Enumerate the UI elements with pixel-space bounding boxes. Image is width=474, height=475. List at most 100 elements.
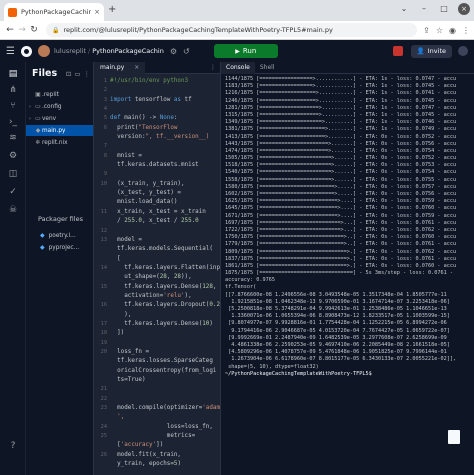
url-field[interactable]: 🔒 replit.com/@lulusreplit/PythonPackageC… — [46, 23, 418, 37]
help-icon[interactable]: ? — [7, 440, 19, 452]
code-line[interactable]: print("TensorFlow — [110, 124, 220, 133]
file-item[interactable]: ▣ .replit — [26, 89, 93, 100]
new-file-icon[interactable]: ⊡ — [66, 70, 71, 78]
back-arrow-icon[interactable]: ← — [4, 25, 16, 35]
history-icon[interactable]: ↺ — [183, 47, 190, 56]
code-line[interactable]: ', — [110, 413, 220, 422]
code-line[interactable] — [110, 385, 220, 394]
code-line[interactable]: tf.keras.layers.Dense(128, — [110, 283, 220, 292]
tab-close-icon[interactable]: × — [134, 64, 139, 71]
new-folder-icon[interactable]: ▭ — [74, 70, 80, 78]
debugger-icon[interactable]: ☠ — [7, 204, 19, 216]
file-type-icon: ◆ — [35, 127, 41, 134]
code-line[interactable] — [110, 142, 220, 151]
share-icon[interactable]: ⇪ — [423, 26, 430, 35]
code-line[interactable] — [110, 227, 220, 236]
packages-icon[interactable]: ◫ — [7, 168, 19, 180]
settings-gear-icon[interactable]: ⚙ — [7, 150, 19, 162]
code-line[interactable]: model.fit(x_train, — [110, 451, 220, 460]
code-line[interactable]: loss_fn = — [110, 348, 220, 357]
code-line[interactable] — [110, 105, 220, 114]
minimize-button[interactable]: – — [418, 3, 430, 15]
code-line[interactable]: ts=True) — [110, 376, 220, 385]
invite-button[interactable]: 👤 Invite — [410, 44, 452, 58]
chevron-down-icon[interactable]: ⌄ — [398, 3, 410, 15]
code-line[interactable] — [110, 395, 220, 404]
code-line[interactable]: tf.keras.layers.Dropout(0.2 — [110, 301, 220, 310]
code-line[interactable]: x_train, x_test = x_train — [110, 208, 220, 217]
maximize-button[interactable]: □ — [438, 3, 450, 15]
code-line[interactable]: activation='relu'), — [110, 292, 220, 301]
code-line[interactable]: mnist.load_data() — [110, 198, 220, 207]
code-area[interactable]: 1 2 3 4 5 6 7 8 9 10 11 12 13 14 15 16 17 18 19 20 21 22 23 24 2… — [94, 74, 220, 474]
packager-file-item[interactable]: ◆ pyprojec... — [40, 244, 79, 251]
code-text[interactable]: #!/usr/bin/env python3 import tensorflow … — [110, 74, 220, 474]
database-icon[interactable]: ≋ — [7, 132, 19, 144]
avatar[interactable] — [37, 45, 50, 57]
console-line: 1645/1875 [=========================>...… — [225, 205, 457, 212]
star-icon[interactable]: ☆ — [436, 26, 443, 35]
code-line[interactable] — [110, 170, 220, 179]
code-line[interactable]: ), — [110, 311, 220, 320]
tab-console[interactable]: Console — [221, 61, 255, 74]
code-line[interactable]: tf.keras.layers.Flatten(inp — [110, 264, 220, 273]
file-item[interactable]: ❄ replit.nix — [26, 137, 93, 148]
hamburger-menu-icon[interactable]: ☰ — [6, 46, 15, 57]
terminal-icon[interactable]: ›_ — [7, 116, 19, 128]
code-line[interactable]: ut_shape=(28, 28)), — [110, 273, 220, 282]
git-icon[interactable]: ⑂ — [7, 100, 19, 112]
tab-main-py[interactable]: main.py × — [94, 61, 146, 74]
code-line[interactable]: metrics= — [110, 432, 220, 441]
settings-icon[interactable]: ⚙ — [170, 47, 177, 56]
code-line[interactable]: model.compile(optimizer='adam — [110, 404, 220, 413]
profile-icon[interactable]: ◉ — [449, 26, 456, 35]
code-line[interactable]: def main() -> None: — [110, 114, 220, 123]
code-line[interactable]: oricalCrossentropy(from_logi — [110, 367, 220, 376]
file-item[interactable]: › ▭ .config — [26, 101, 93, 112]
code-line[interactable]: tf.keras.models.Sequential( — [110, 245, 220, 254]
user-menu-icon[interactable] — [458, 46, 468, 56]
file-item[interactable]: › ▭ venv — [26, 113, 93, 124]
code-line[interactable]: y_train, epochs=5) — [110, 460, 220, 469]
code-line[interactable]: (x_train, y_train), — [110, 180, 220, 189]
forward-arrow-icon[interactable]: → — [16, 25, 28, 35]
code-line[interactable]: loss=loss_fn, — [110, 423, 220, 432]
code-line[interactable]: version:", tf.__version__) — [110, 133, 220, 142]
replit-logo-icon[interactable] — [20, 45, 32, 57]
file-item[interactable]: ◆ main.py — [26, 125, 93, 136]
packager-file-item[interactable]: ◆ poetry.l... — [40, 232, 76, 239]
code-line[interactable]: tf.keras.layers.Dense(10) — [110, 320, 220, 329]
repl-name[interactable]: PythonPackageCachin — [92, 47, 164, 55]
editor-more-icon[interactable]: ⋮ — [210, 64, 216, 71]
code-line[interactable] — [110, 86, 220, 95]
code-line[interactable]: (x_test, y_test) = — [110, 189, 220, 198]
code-line[interactable]: / 255.0, x_test / 255.0 — [110, 217, 220, 226]
extension-icon[interactable] — [392, 46, 403, 56]
more-icon[interactable]: ⋮ — [84, 70, 91, 78]
new-tab-button[interactable]: + — [108, 4, 116, 15]
code-line[interactable]: tf.keras.datasets.mnist — [110, 161, 220, 170]
code-line[interactable]: model = — [110, 236, 220, 245]
line-number — [94, 133, 110, 142]
code-line[interactable]: import tensorflow as tf — [110, 96, 220, 105]
code-line[interactable]: tf.keras.losses.SparseCateg — [110, 357, 220, 366]
console-output[interactable]: 1144/1875 [=================>...........… — [225, 76, 473, 471]
file-type-icon: ❄ — [35, 139, 41, 146]
close-window-button[interactable]: × — [458, 3, 470, 15]
tab-close-icon[interactable]: × — [94, 8, 100, 16]
repl-owner[interactable]: lulusreplit — [54, 47, 86, 55]
tab-shell[interactable]: Shell — [255, 62, 280, 74]
menu-dots-icon[interactable]: ⋮ — [462, 26, 470, 35]
reload-icon[interactable]: ↻ — [28, 25, 40, 35]
files-icon[interactable]: ▤ — [7, 68, 19, 80]
code-line[interactable]: ]) — [110, 329, 220, 338]
code-line[interactable] — [110, 339, 220, 348]
code-line[interactable]: ['accuracy']) — [110, 441, 220, 450]
run-button[interactable]: ▶ Run — [213, 44, 278, 58]
check-icon[interactable]: ✓ — [7, 186, 19, 198]
code-line[interactable]: mnist = — [110, 152, 220, 161]
browser-tab[interactable]: PythonPackageCachingTe × — [4, 3, 104, 21]
share-graph-icon[interactable]: ⋔ — [7, 84, 19, 96]
code-line[interactable]: [ — [110, 255, 220, 264]
code-line[interactable]: #!/usr/bin/env python3 — [110, 77, 220, 86]
